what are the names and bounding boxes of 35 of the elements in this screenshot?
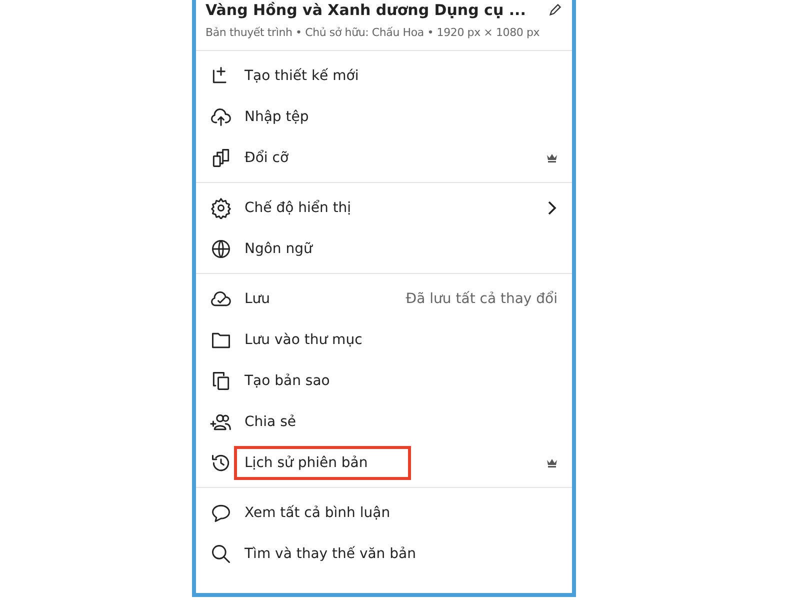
menu-item[interactable]: Lịch sử phiên bản bbox=[196, 442, 572, 483]
cloud-upload-icon bbox=[210, 106, 232, 128]
menu-item[interactable]: Nhập tệp bbox=[196, 96, 572, 137]
menu-item[interactable]: Tạo thiết kế mới bbox=[196, 55, 572, 96]
menu-item-label: Lịch sử phiên bản bbox=[234, 446, 411, 480]
pencil-icon[interactable] bbox=[548, 3, 562, 17]
menu-item[interactable]: Chia sẻ bbox=[196, 401, 572, 442]
menu-item-label: Lưu vào thư mục bbox=[244, 330, 364, 350]
menu-item[interactable]: Ngôn ngữ bbox=[196, 228, 572, 269]
menu-item-label: Tìm và thay thế văn bản bbox=[244, 544, 417, 564]
globe-icon bbox=[210, 238, 232, 260]
menu-item[interactable]: Xem tất cả bình luận bbox=[196, 492, 572, 533]
menu-item[interactable]: Lưu vào thư mục bbox=[196, 319, 572, 360]
menu-item-label: Ngôn ngữ bbox=[244, 240, 314, 258]
menu-item[interactable]: Đổi cỡ bbox=[196, 137, 572, 178]
menu-item[interactable]: Tìm và thay thế văn bản bbox=[196, 533, 572, 574]
search-icon bbox=[210, 542, 232, 564]
settings-icon bbox=[210, 196, 232, 218]
menu-item-label: Tạo thiết kế mới bbox=[244, 66, 360, 86]
menu-item-label: Đổi cỡ bbox=[244, 148, 290, 168]
crown-icon bbox=[546, 458, 558, 468]
menu-item-label: Chế độ hiển thị bbox=[244, 198, 352, 218]
menu-item-label: Xem tất cả bình luận bbox=[244, 504, 392, 522]
menu-item[interactable]: Lưu Đã lưu tất cả thay đổi bbox=[196, 278, 572, 319]
menu-item[interactable]: Tạo bản sao bbox=[196, 360, 572, 401]
menu-item[interactable]: Chế độ hiển thị bbox=[196, 187, 572, 228]
design-meta: Bản thuyết trình • Chủ sở hữu: Chấu Hoa • 1920 px × 1080 px bbox=[206, 25, 541, 41]
menu-item-label: Tạo bản sao bbox=[244, 372, 331, 390]
design-title: Vàng Hồng và Xanh dương Dụng cụ ... bbox=[206, 1, 527, 19]
chevron-right-icon bbox=[546, 200, 558, 216]
menu-item-label: Lưu bbox=[244, 290, 272, 308]
menu-item-label: Chia sẻ bbox=[244, 412, 297, 432]
save-status: Đã lưu tất cả thay đổi bbox=[406, 290, 558, 306]
menu-item-label: Nhập tệp bbox=[244, 108, 310, 126]
crown-icon bbox=[546, 152, 558, 162]
